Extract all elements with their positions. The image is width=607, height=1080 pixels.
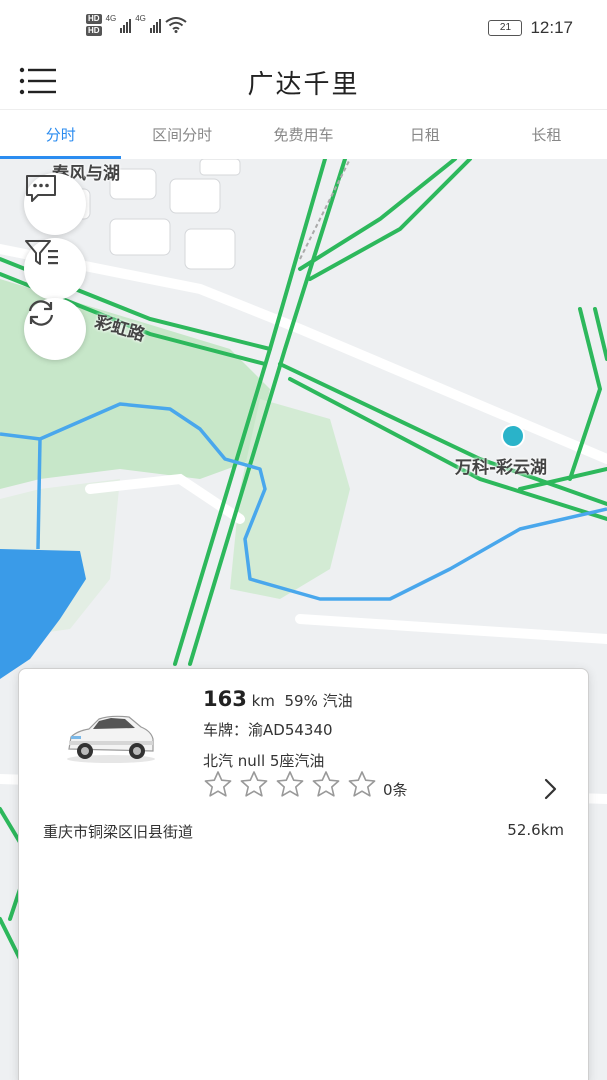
network-type-1: 4G (105, 14, 117, 23)
range-unit: km (251, 692, 275, 710)
hd-badge-2: HD (86, 26, 102, 36)
signal-icon-2 (149, 17, 161, 33)
poi-building-icon[interactable] (501, 424, 525, 448)
star-icon (276, 771, 304, 797)
filter-button[interactable] (24, 238, 86, 300)
rental-tabs: 分时 区间分时 免费用车 日租 长租 (0, 111, 607, 159)
fuel-percent: 59% (284, 692, 318, 710)
star-icon (240, 771, 268, 797)
star-icon (204, 771, 232, 797)
clock: 12:17 (530, 18, 573, 37)
refresh-icon (28, 300, 54, 326)
vehicle-card[interactable]: 163 km 59% 汽油 车牌：渝AD54340 北汽 null 5座汽油 0… (18, 668, 589, 1080)
plate-row: 车牌：渝AD54340 (203, 719, 333, 740)
message-icon (26, 175, 56, 202)
tab-hourly[interactable]: 分时 (0, 111, 122, 159)
status-right: 21 12:17 (488, 18, 573, 38)
review-count: 0条 (383, 781, 408, 799)
page-title: 广达千里 (247, 70, 360, 100)
hd-badge-1: HD (86, 14, 102, 24)
network-type-2: 4G (135, 14, 146, 23)
plate-number: 渝AD54340 (248, 721, 333, 739)
car-image (67, 715, 155, 763)
wifi-icon (165, 17, 187, 33)
tab-daily[interactable]: 日租 (364, 111, 485, 159)
message-button[interactable] (24, 173, 86, 235)
app-header: 广达千里 (0, 52, 607, 110)
vehicle-address: 重庆市铜梁区旧县街道 (43, 823, 194, 841)
range-row: 163 km 59% 汽油 (203, 687, 353, 711)
star-icon (348, 771, 376, 797)
range-value: 163 (203, 687, 247, 711)
vehicle-distance: 52.6km (507, 821, 564, 839)
rating-stars (203, 770, 377, 798)
status-bar: HD HD 4G 4G 21 12:17 (0, 0, 607, 52)
filter-icon (25, 240, 58, 265)
tab-free-ride[interactable]: 免费用车 (243, 111, 364, 159)
star-icon (312, 771, 340, 797)
fuel-type: 汽油 (322, 692, 353, 710)
battery-icon: 21 (488, 20, 523, 36)
plate-label: 车牌： (203, 721, 249, 739)
tab-long-term[interactable]: 长租 (486, 111, 607, 159)
map-label-vanke: 万科-彩云湖 (455, 458, 548, 478)
chevron-right-icon[interactable] (541, 777, 559, 801)
status-left: HD HD 4G 4G (86, 14, 187, 36)
car-model: 北汽 null 5座汽油 (203, 752, 325, 770)
tab-interval-hourly[interactable]: 区间分时 (121, 111, 242, 159)
refresh-button[interactable] (24, 298, 86, 360)
signal-icon (120, 17, 132, 33)
